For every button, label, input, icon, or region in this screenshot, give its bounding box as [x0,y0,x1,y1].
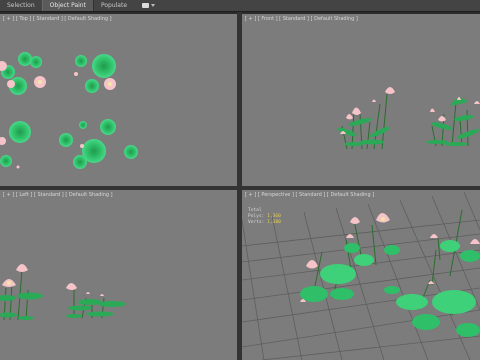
front-view-scene [337,87,480,150]
viewport-front[interactable]: [ + ] [ Front ] [ Standard ] [ Default S… [242,14,480,186]
lily-pads-top [0,52,138,169]
stats-verts-value: 1,380 [267,220,281,225]
square-dropdown-icon [142,3,150,8]
viewport-label-left[interactable]: [ + ] [ Left ] [ Standard ] [ Default Sh… [3,192,113,198]
tab-selection[interactable]: Selection [0,0,42,11]
tab-populate[interactable]: Populate [94,0,134,11]
stats-overlay: Total Polys: 1,360 Verts: 1,380 [248,208,281,226]
lotus-flowers-left [2,264,104,296]
stats-verts-label: Verts: [248,220,265,225]
viewport-top[interactable]: [ + ] [ Top ] [ Standard ] [ Default Sha… [0,14,237,186]
options-dropdown[interactable] [142,0,156,11]
leaves-front [337,97,480,146]
viewport-label-perspective[interactable]: [ + ] [ Perspective ] [ Standard ] [ Def… [245,192,374,198]
chevron-down-icon [151,4,156,7]
viewport-label-top[interactable]: [ + ] [ Top ] [ Standard ] [ Default Sha… [3,16,112,22]
left-view-scene [0,264,126,321]
viewport-label-front[interactable]: [ + ] [ Front ] [ Standard ] [ Default S… [245,16,358,22]
toolbar: Selection Object Paint Populate [0,0,480,12]
tab-object-paint[interactable]: Object Paint [41,0,94,11]
viewport-left[interactable]: [ + ] [ Left ] [ Standard ] [ Default Sh… [0,190,237,360]
viewport-perspective[interactable]: [ + ] [ Perspective ] [ Standard ] [ Def… [242,190,480,360]
top-view-scene [0,52,138,169]
